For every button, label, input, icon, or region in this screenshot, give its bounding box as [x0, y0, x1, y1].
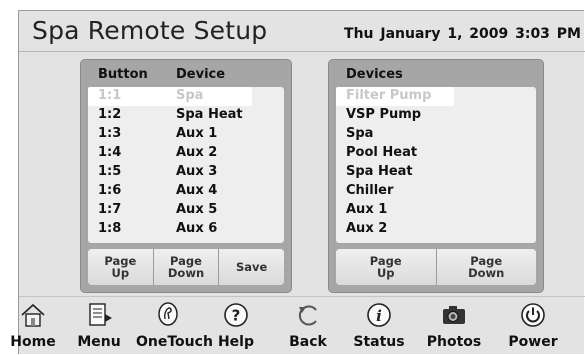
assignment-row[interactable]: 1:7 Aux 5: [88, 201, 284, 220]
device-row[interactable]: Chiller: [336, 182, 536, 201]
help-icon: ?: [224, 303, 248, 327]
onetouch-icon: [158, 302, 178, 326]
device-label: Pool Heat: [346, 145, 418, 160]
status-icon: i: [367, 303, 391, 327]
nav-home[interactable]: Home: [1, 300, 65, 355]
nav-back[interactable]: Back: [276, 300, 340, 355]
devices-panel: Devices Filter Pump VSP Pump Spa Pool He…: [328, 59, 544, 293]
nav-label: Back: [289, 334, 327, 350]
button-id: 1:4: [98, 145, 122, 160]
page-up-button[interactable]: Page Up: [88, 249, 154, 285]
svg-text:?: ?: [232, 307, 241, 325]
nav-help[interactable]: ? Help: [204, 300, 268, 355]
nav-onetouch[interactable]: OneTouch: [136, 300, 213, 355]
device-label: Spa: [346, 126, 374, 141]
page-down-label: Page Down: [167, 254, 205, 280]
assignments-panel: Button Device 1:1 Spa 1:2 Spa Heat 1:3 A…: [80, 59, 292, 293]
assignment-row[interactable]: 1:1 Spa: [88, 87, 284, 106]
device-row[interactable]: Aux 1: [336, 201, 536, 220]
device-label: VSP Pump: [346, 107, 422, 122]
device-row[interactable]: Aux 2: [336, 220, 536, 239]
nav-label: OneTouch: [136, 334, 213, 350]
device-name: Aux 4: [176, 183, 218, 198]
device-label: Filter Pump: [346, 88, 432, 103]
device-row[interactable]: Spa: [336, 125, 536, 144]
header: Spa Remote Setup Thu January 1, 2009 3:0…: [19, 11, 585, 51]
device-label: Spa Heat: [346, 164, 413, 179]
device-name: Aux 1: [176, 126, 218, 141]
device-row[interactable]: Filter Pump: [336, 87, 536, 106]
nav-label: Status: [353, 334, 405, 350]
nav-status[interactable]: i Status: [347, 300, 411, 355]
assignments-list: 1:1 Spa 1:2 Spa Heat 1:3 Aux 1 1:4 Aux 2…: [88, 87, 284, 243]
col-button-header: Button: [98, 67, 148, 82]
button-id: 1:7: [98, 202, 122, 217]
page-title: Spa Remote Setup: [32, 16, 268, 45]
device-label: Chiller: [346, 183, 394, 198]
nav-label: Photos: [426, 334, 482, 350]
bottom-nav: Home Menu OneTouch ? Help Back i Status …: [10, 300, 585, 355]
assignments-button-bar: Page Up Page Down Save: [88, 249, 284, 285]
device-row[interactable]: VSP Pump: [336, 106, 536, 125]
device-row[interactable]: Spa Heat: [336, 163, 536, 182]
device-name: Aux 6: [176, 221, 218, 236]
save-label: Save: [236, 260, 268, 274]
page-down-label: Page Down: [468, 254, 505, 280]
devices-list: Filter Pump VSP Pump Spa Pool Heat Spa H…: [336, 87, 536, 243]
button-id: 1:5: [98, 164, 122, 179]
nav-label: Power: [508, 334, 558, 350]
button-id: 1:1: [98, 88, 122, 103]
date-time: Thu January 1, 2009 3:03 PM: [344, 26, 581, 42]
screen: Spa Remote Setup Thu January 1, 2009 3:0…: [10, 10, 585, 355]
device-name: Aux 3: [176, 164, 218, 179]
col-device-header: Device: [176, 67, 226, 82]
devices-page-down-button[interactable]: Page Down: [436, 249, 536, 285]
button-id: 1:6: [98, 183, 122, 198]
devices-header: Devices: [346, 67, 403, 82]
nav-power[interactable]: Power: [501, 300, 565, 355]
assignment-row[interactable]: 1:5 Aux 3: [88, 163, 284, 182]
save-button[interactable]: Save: [219, 249, 284, 285]
device-name: Aux 2: [176, 145, 218, 160]
button-id: 1:3: [98, 126, 122, 141]
page-up-label: Page Up: [369, 254, 402, 280]
page-down-button[interactable]: Page Down: [153, 249, 220, 285]
device-row[interactable]: Pool Heat: [336, 144, 536, 163]
device-name: Spa Heat: [176, 107, 243, 122]
assignment-row[interactable]: 1:4 Aux 2: [88, 144, 284, 163]
nav-menu[interactable]: Menu: [67, 300, 131, 355]
nav-label: Help: [217, 334, 255, 350]
page-up-label: Page Up: [104, 254, 137, 280]
nav-label: Home: [10, 334, 56, 350]
footer-divider: [19, 296, 585, 297]
back-icon: [298, 305, 317, 326]
devices-page-up-button[interactable]: Page Up: [336, 249, 437, 285]
button-id: 1:2: [98, 107, 122, 122]
device-name: Aux 5: [176, 202, 218, 217]
assignment-row[interactable]: 1:6 Aux 4: [88, 182, 284, 201]
devices-button-bar: Page Up Page Down: [336, 249, 536, 285]
button-id: 1:8: [98, 221, 122, 236]
device-name: Spa: [176, 88, 204, 103]
photos-icon: [443, 306, 465, 324]
device-label: Aux 1: [346, 202, 388, 217]
power-icon: [521, 303, 545, 327]
home-icon: [21, 303, 45, 327]
device-label: Aux 2: [346, 221, 388, 236]
header-divider: [19, 51, 585, 52]
menu-icon: [89, 303, 112, 326]
svg-text:i: i: [376, 307, 382, 325]
assignment-row[interactable]: 1:2 Spa Heat: [88, 106, 284, 125]
assignment-row[interactable]: 1:3 Aux 1: [88, 125, 284, 144]
nav-label: Menu: [77, 334, 121, 350]
assignment-row[interactable]: 1:8 Aux 6: [88, 220, 284, 239]
nav-photos[interactable]: Photos: [422, 300, 486, 355]
